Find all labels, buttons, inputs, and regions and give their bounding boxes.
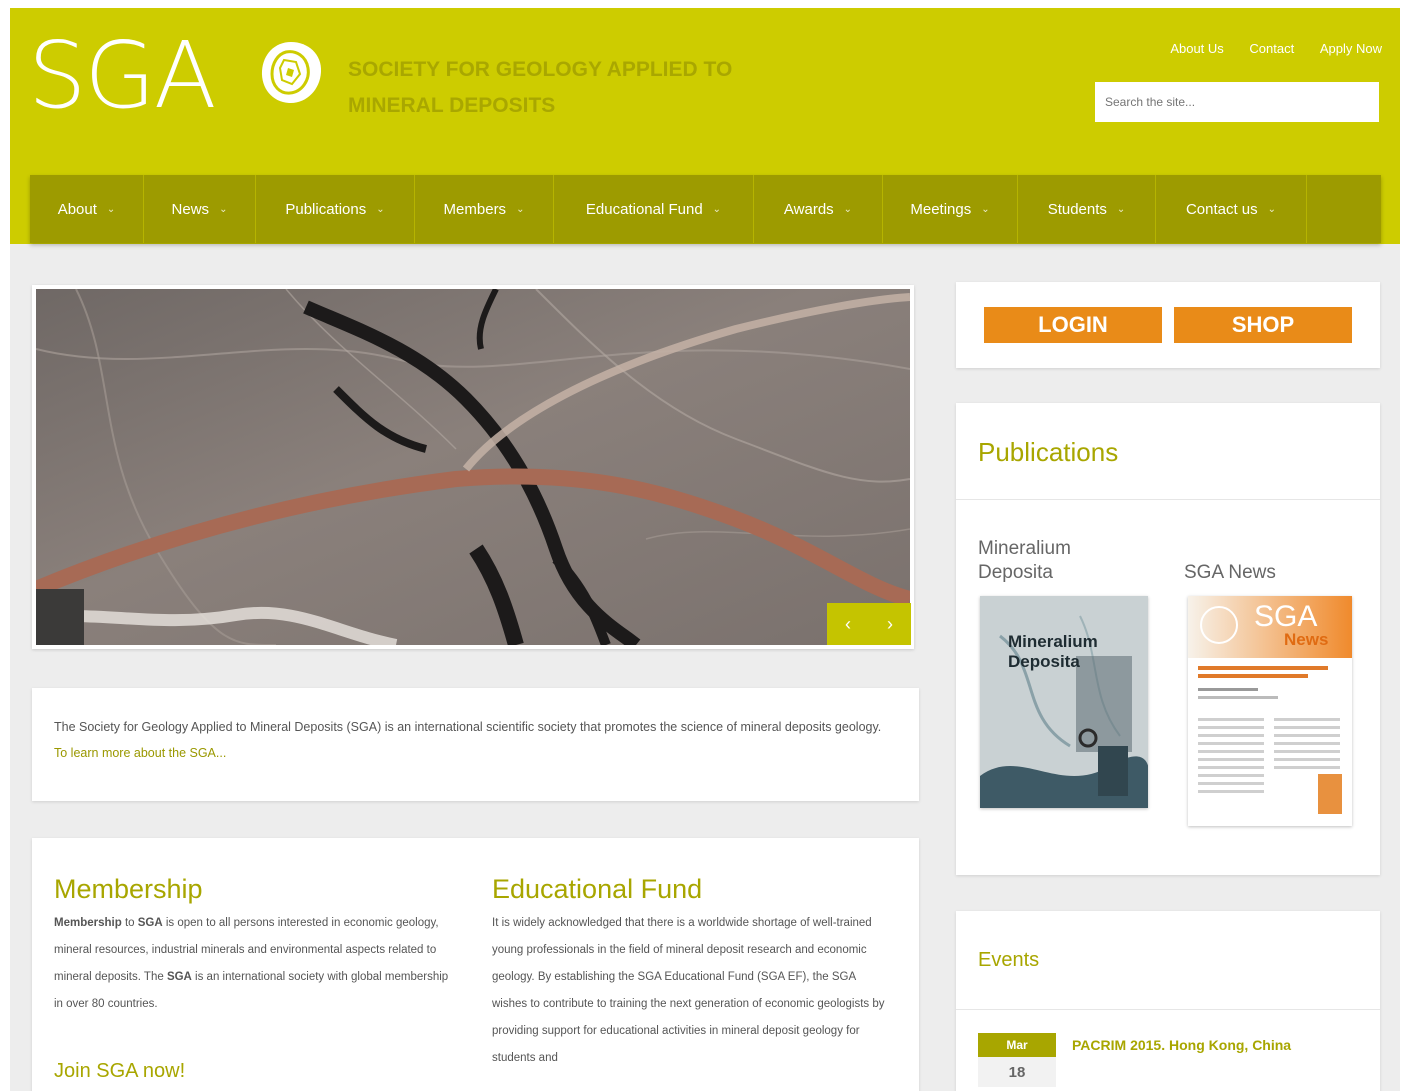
nav-label: Meetings	[910, 200, 972, 218]
learn-more-link[interactable]: To learn more about the SGA...	[54, 746, 226, 760]
chevron-down-icon: ⌄	[1267, 203, 1277, 215]
divider	[956, 1009, 1380, 1010]
info-card: Membership Membership to SGA is open to …	[32, 838, 919, 1091]
sga-news-cover[interactable]: SGA News	[1188, 596, 1352, 826]
membership-text: Membership to SGA is open to all persons…	[54, 910, 454, 1018]
nav-item-contact-us[interactable]: Contact us ⌄	[1156, 175, 1307, 243]
nav-label: About	[57, 200, 97, 218]
event-title-link[interactable]: PACRIM 2015. Hong Kong, China	[1072, 1037, 1291, 1053]
nav-item-awards[interactable]: Awards ⌄	[754, 175, 883, 243]
chevron-down-icon: ⌄	[1116, 203, 1126, 215]
event-day: 18	[978, 1057, 1056, 1087]
chevron-down-icon: ⌄	[516, 203, 525, 215]
intro-paragraph: The Society for Geology Applied to Miner…	[54, 714, 897, 766]
prev-arrow-icon[interactable]: ‹	[845, 614, 851, 635]
chevron-down-icon: ⌄	[843, 203, 853, 215]
membership-title: Membership	[54, 874, 203, 904]
pub-sga-news-name[interactable]: SGA News	[1184, 561, 1276, 585]
cover-article-lines	[1198, 666, 1342, 814]
logo-text[interactable]: SGA	[28, 30, 217, 122]
events-card: Events Mar 18 PACRIM 2015. Hong Kong, Ch…	[956, 911, 1380, 1091]
slide-image	[36, 289, 910, 645]
site-header: SGA SOCIETY FOR GEOLOGY APPLIED TO MINER…	[10, 8, 1400, 244]
pub-mineralium-name[interactable]: Mineralium Deposita	[978, 537, 1118, 585]
logo-emblem-icon[interactable]	[256, 38, 326, 108]
main-nav: About ⌄ News ⌄ Publications ⌄ Members ⌄ Educ…	[30, 175, 1381, 243]
nav-item-educational-fund[interactable]: Educational Fund ⌄	[554, 175, 754, 243]
slider-controls: ‹ ›	[827, 603, 911, 645]
page-frame: SGA SOCIETY FOR GEOLOGY APPLIED TO MINER…	[10, 8, 1400, 1091]
top-links: About Us Contact Apply Now	[1148, 41, 1382, 56]
nav-label: Awards	[783, 200, 834, 218]
sga-news-cover-title: SGA	[1254, 600, 1318, 633]
login-shop-card: LOGIN SHOP	[956, 282, 1380, 368]
shop-button[interactable]: SHOP	[1174, 307, 1352, 343]
nav-label: Students	[1047, 200, 1107, 218]
mineralium-cover[interactable]: Mineralium Deposita	[980, 596, 1148, 808]
nav-item-about[interactable]: About ⌄	[30, 175, 144, 243]
nav-label: Publications	[285, 200, 367, 218]
nav-label: Contact us	[1185, 200, 1258, 218]
event-month: Mar	[978, 1033, 1056, 1057]
nav-label: Members	[443, 200, 507, 218]
membership-bold-1: Membership	[54, 917, 122, 929]
membership-text-1: to	[121, 917, 138, 929]
educational-fund-text: It is widely acknowledged that there is …	[492, 917, 885, 1064]
nav-label: Educational Fund	[585, 200, 703, 218]
nav-item-news[interactable]: News ⌄	[144, 175, 256, 243]
publications-card: Publications Mineralium Deposita SGA New…	[956, 403, 1380, 875]
events-title: Events	[978, 949, 1040, 971]
top-link-apply[interactable]: Apply Now	[1320, 41, 1382, 56]
educational-fund-title: Educational Fund	[492, 874, 703, 904]
top-link-about[interactable]: About Us	[1170, 41, 1223, 56]
intro-text: The Society for Geology Applied to Miner…	[54, 720, 882, 734]
chevron-down-icon: ⌄	[219, 203, 228, 215]
chevron-down-icon: ⌄	[712, 203, 722, 215]
login-button[interactable]: LOGIN	[984, 307, 1162, 343]
top-link-contact[interactable]: Contact	[1249, 41, 1294, 56]
chevron-down-icon: ⌄	[376, 203, 385, 215]
sga-news-cover-sub: News	[1284, 630, 1329, 649]
nav-item-students[interactable]: Students ⌄	[1018, 175, 1156, 243]
cover-circle-icon	[1200, 606, 1238, 644]
membership-bold-2: SGA	[137, 917, 163, 929]
nav-item-meetings[interactable]: Meetings ⌄	[883, 175, 1018, 243]
publications-title: Publications	[978, 437, 1119, 467]
nav-item-members[interactable]: Members ⌄	[415, 175, 554, 243]
join-sga-link[interactable]: Join SGA now!	[54, 1060, 185, 1083]
next-arrow-icon[interactable]: ›	[887, 614, 893, 635]
search-input[interactable]	[1095, 82, 1379, 122]
chevron-down-icon: ⌄	[106, 203, 116, 215]
divider	[956, 499, 1380, 500]
chevron-down-icon: ⌄	[981, 203, 990, 215]
nav-item-publications[interactable]: Publications ⌄	[256, 175, 415, 243]
mineralium-cover-title: Mineralium Deposita	[1008, 632, 1098, 671]
image-slider[interactable]: ‹ ›	[32, 285, 914, 649]
cover-art	[980, 596, 1148, 808]
nav-label: News	[171, 200, 210, 218]
membership-bold-3: SGA	[166, 971, 192, 983]
society-name: SOCIETY FOR GEOLOGY APPLIED TO MINERAL D…	[348, 58, 733, 117]
intro-card: The Society for Geology Applied to Miner…	[32, 688, 919, 801]
